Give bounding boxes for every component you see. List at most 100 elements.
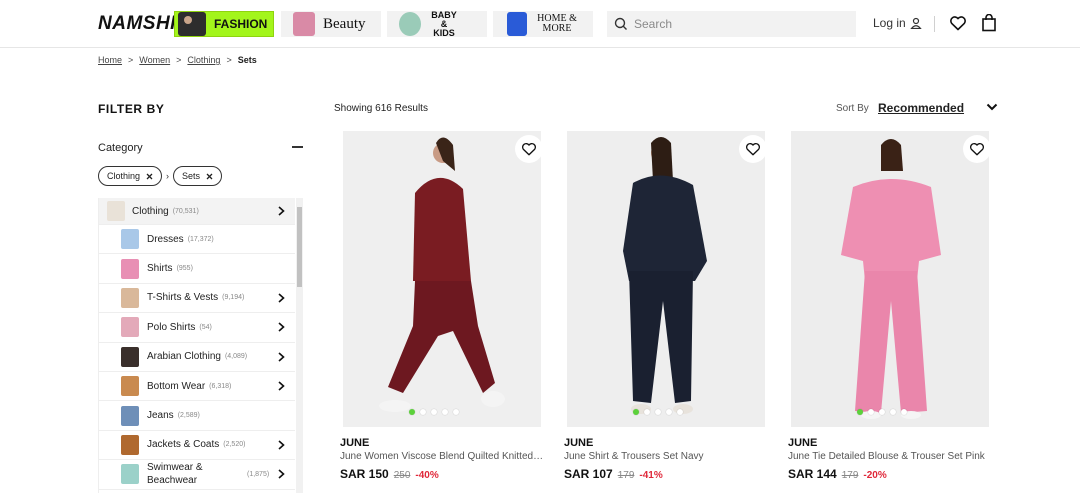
add-to-wishlist-button[interactable] [739,135,767,163]
product-brand[interactable]: JUNE [788,437,817,449]
chevron-right-icon [278,293,285,303]
carousel-dot[interactable] [677,409,683,415]
selected-chips: Clothing › Sets [98,166,223,186]
category-item-bottom-wear[interactable]: Bottom Wear (6,318) [99,372,295,402]
product-image[interactable] [567,131,765,427]
category-list: Clothing (70,531) Dresses (17,372) Shirt… [98,198,295,493]
category-count: (6,318) [209,382,232,390]
tab-baby-kids[interactable]: BABY & KIDS [387,10,487,37]
category-item-jackets-coats[interactable]: Jackets & Coats (2,520) [99,431,295,461]
category-label: Jeans [147,410,174,422]
carousel-dot[interactable] [644,409,650,415]
category-count: (4,089) [224,353,248,361]
discount-badge: -41% [639,470,663,481]
category-item-shirts[interactable]: Shirts (955) [99,254,295,284]
category-thumb [121,376,139,397]
product-name[interactable]: June Shirt & Trousers Set Navy [564,451,768,462]
fashion-thumb-icon [178,12,206,36]
category-count: (1,875) [247,470,270,478]
carousel-dot[interactable] [420,409,426,415]
wishlist-heart-icon[interactable] [949,14,967,32]
carousel-dot[interactable] [431,409,437,415]
category-heading[interactable]: Category [98,142,143,154]
category-count: (2,589) [177,412,200,420]
category-thumb [121,346,139,367]
category-item-tshirts-vests[interactable]: T-Shirts & Vests (9,194) [99,284,295,314]
chevron-right-icon [278,206,285,216]
tab-home-more[interactable]: HOME & MORE [493,11,593,37]
collapse-minus-icon[interactable] [292,146,303,148]
chip-clothing[interactable]: Clothing [98,166,163,186]
carousel-dot[interactable] [868,409,874,415]
add-to-wishlist-button[interactable] [515,135,543,163]
product-price: SAR 107 179 -41% [564,467,663,481]
image-carousel-dots[interactable] [633,409,683,415]
carousel-dot[interactable] [890,409,896,415]
category-count: (70,531) [172,207,199,215]
carousel-dot[interactable] [901,409,907,415]
close-icon[interactable] [206,173,213,180]
chip-sets[interactable]: Sets [173,166,223,186]
search-input[interactable] [634,17,834,31]
current-price: SAR 150 [340,467,389,481]
carousel-dot[interactable] [857,409,863,415]
product-image[interactable] [343,131,541,427]
category-count: (955) [176,265,193,273]
model-figure-icon [567,131,765,427]
category-label: Dresses [147,233,184,245]
login-label: Log in [873,16,906,30]
search-bar[interactable] [607,11,856,37]
tab-fashion[interactable]: FASHION [174,11,274,37]
category-label: Swimwear & Beachwear [147,462,203,487]
tab-home-more-label: HOME & MORE [537,13,577,34]
category-label: T-Shirts & Vests [147,292,219,304]
product-name[interactable]: June Tie Detailed Blouse & Trouser Set P… [788,451,992,462]
breadcrumb-women[interactable]: Women [139,55,170,65]
category-thumb [107,201,125,221]
carousel-dot[interactable] [879,409,885,415]
carousel-dot[interactable] [453,409,459,415]
category-count: (54) [199,323,212,331]
add-to-wishlist-button[interactable] [963,135,991,163]
user-icon [910,17,922,29]
login-button[interactable]: Log in [873,16,922,30]
category-item-arabian-clothing[interactable]: Arabian Clothing (4,089) [99,343,295,372]
carousel-dot[interactable] [666,409,672,415]
category-item-polo-shirts[interactable]: Polo Shirts (54) [99,313,295,343]
carousel-dot[interactable] [409,409,415,415]
kids-thumb-icon [399,12,421,36]
breadcrumb-clothing[interactable]: Clothing [187,55,220,65]
sort-dropdown[interactable]: Recommended [878,101,964,115]
product-image[interactable] [791,131,989,427]
category-thumb [121,317,139,338]
category-scrollbar-thumb[interactable] [297,207,302,287]
chevron-down-icon[interactable] [986,103,998,111]
cart-bag-icon[interactable] [981,14,997,32]
image-carousel-dots[interactable] [857,409,907,415]
namshi-logo[interactable]: NAMSHI [98,13,176,35]
header-divider [934,16,935,32]
category-item-jeans[interactable]: Jeans (2,589) [99,401,295,431]
tab-beauty[interactable]: Beauty [281,11,381,37]
category-item-clothing[interactable]: Clothing (70,531) [99,198,295,225]
current-price: SAR 107 [564,467,613,481]
category-thumb [121,464,139,485]
product-brand[interactable]: JUNE [564,437,593,449]
category-label: Shirts [147,263,173,275]
chevron-right-icon [278,440,285,450]
product-name[interactable]: June Women Viscose Blend Quilted Knitted… [340,451,544,462]
carousel-dot[interactable] [442,409,448,415]
product-brand[interactable]: JUNE [340,437,369,449]
image-carousel-dots[interactable] [409,409,459,415]
breadcrumb-home[interactable]: Home [98,55,122,65]
category-item-swimwear-beachwear[interactable]: Swimwear & Beachwear (1,875) [99,460,295,490]
breadcrumb: Home > Women > Clothing > Sets [98,55,257,65]
carousel-dot[interactable] [655,409,661,415]
close-icon[interactable] [146,173,153,180]
category-thumb [121,258,139,279]
chevron-right-icon [278,381,285,391]
tab-fashion-label: FASHION [214,17,268,31]
carousel-dot[interactable] [633,409,639,415]
category-item-dresses[interactable]: Dresses (17,372) [99,225,295,255]
category-label: Clothing [132,205,169,217]
